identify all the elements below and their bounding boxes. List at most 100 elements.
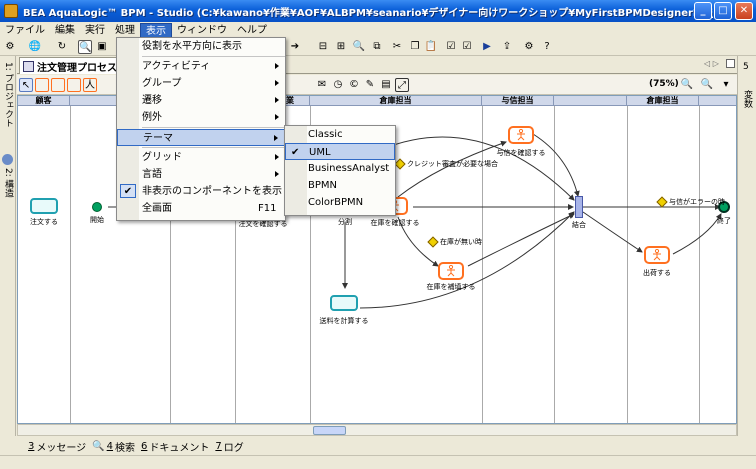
view-menu-item-label: グリッド (142, 152, 182, 163)
begin-node[interactable] (92, 202, 102, 212)
view-menu-horizontal-roles[interactable]: 役割を水平方向に表示 (117, 38, 285, 55)
theme-item-label: BPMN (308, 180, 337, 191)
zoom-in-icon[interactable]: 🔍 (680, 78, 694, 92)
condition-icon (394, 158, 406, 170)
timer-tool-icon[interactable]: ◷ (331, 78, 345, 92)
close-button[interactable]: ✕ (735, 2, 753, 20)
view-menu-show-hidden[interactable]: ✔ 非表示のコンポーネントを表示 (117, 183, 285, 200)
order-activity[interactable] (30, 198, 58, 214)
calc-fee-activity[interactable] (330, 295, 358, 311)
maximize-button[interactable]: □ (714, 2, 732, 20)
join-node[interactable] (575, 196, 583, 218)
log-view-tab[interactable]: 7 ログ (215, 439, 243, 454)
zoom-icon[interactable]: 🔍 (352, 40, 366, 54)
menu-bar: ファイル 編集 実行 処理 表示 ウィンドウ ヘルプ (0, 22, 756, 38)
menu-process[interactable]: 処理 (110, 23, 140, 38)
search-view-num: 4 (106, 440, 114, 452)
check-stock-label: 在庫を確認する (370, 219, 420, 227)
theme-classic[interactable]: Classic (285, 126, 395, 143)
gear-dropdown-icon[interactable]: ⚙ (3, 40, 17, 54)
log-view-num: 7 (215, 440, 222, 452)
menu-window[interactable]: ウィンドウ (172, 23, 232, 38)
settings-icon[interactable]: ⚙ (522, 40, 536, 54)
view-menu-item-label: グループ (142, 78, 182, 89)
variables-view-tab[interactable]: 変数 (741, 90, 754, 108)
play-icon[interactable]: ▶ (480, 40, 494, 54)
documents-view-tab[interactable]: 6 ドキュメント (141, 439, 209, 454)
subflow-tool-icon[interactable]: 人 (83, 78, 97, 92)
tab-scroll-arrows-icon[interactable]: ◁ ▷ (704, 59, 719, 68)
structure-view-tab[interactable]: 2: 構造 (2, 168, 15, 198)
editor-tab-order-process[interactable]: 注文管理プロセス (19, 57, 122, 74)
theme-color-bpmn[interactable]: ColorBPMN (285, 194, 395, 211)
align-icon[interactable]: ⊟ (316, 40, 330, 54)
messages-view-num: 3 (28, 440, 35, 452)
title-bar[interactable]: BEA AquaLogic™ BPM - Studio (C:¥kawano¥作… (0, 0, 756, 22)
deploy-icon[interactable]: ⇪ (500, 40, 514, 54)
view-menu-theme[interactable]: テーマ (117, 129, 285, 146)
screen-tool-icon[interactable]: ▤ (379, 78, 393, 92)
expand-icon[interactable]: ⧉ (370, 40, 384, 54)
activity-tool-icon[interactable] (35, 78, 49, 92)
find-icon[interactable]: 🔍 (78, 40, 92, 54)
view-menu-exception[interactable]: 例外 (117, 109, 285, 126)
help-icon[interactable]: ? (540, 40, 554, 54)
canvas-hscrollbar[interactable] (17, 424, 737, 436)
menu-separator (142, 127, 285, 128)
ship-activity[interactable] (644, 246, 670, 264)
arrow-right-icon[interactable]: ➔ (288, 40, 302, 54)
replenish-activity[interactable] (438, 262, 464, 280)
view-menu-language[interactable]: 言語 (117, 166, 285, 183)
refresh-icon[interactable]: ↻ (55, 40, 69, 54)
view-menu-grid[interactable]: グリッド (117, 149, 285, 166)
copyright-tool-icon[interactable]: © (347, 78, 361, 92)
menu-view[interactable]: 表示 (140, 22, 172, 38)
theme-submenu: Classic ✔ UML BusinessAnalyst BPMN Color… (284, 125, 396, 216)
select-pointer-icon[interactable]: ↖ (19, 78, 33, 92)
image-icon[interactable]: ▣ (95, 40, 109, 54)
theme-uml[interactable]: ✔ UML (285, 143, 395, 160)
condition-no-stock[interactable]: 在庫が無い時 (427, 236, 482, 248)
zoom-out-icon[interactable]: 🔍 (700, 78, 714, 92)
checklist-icon[interactable]: ☑ (460, 40, 474, 54)
condition-no-stock-label: 在庫が無い時 (440, 238, 482, 246)
search-view-tab[interactable]: 🔍 4 検索 (92, 439, 135, 454)
cut-icon[interactable]: ✂ (390, 40, 404, 54)
theme-item-label: UML (309, 147, 331, 158)
begin-label: 開始 (90, 216, 104, 224)
view-menu-fullscreen[interactable]: 全画面 F11 (117, 200, 285, 217)
theme-bpmn[interactable]: BPMN (285, 177, 395, 194)
bottom-view-bar: 3 メッセージ 🔍 4 検索 6 ドキュメント 7 ログ (0, 437, 756, 455)
check-credit-activity[interactable] (508, 126, 534, 144)
condition-credit-error[interactable]: 与信がエラーの時 (656, 196, 725, 208)
theme-business-analyst[interactable]: BusinessAnalyst (285, 160, 395, 177)
project-view-tab[interactable]: 1: プロジェクト (2, 62, 15, 128)
automatic-tool-icon[interactable] (67, 78, 81, 92)
message-tool-icon[interactable]: ✉ (315, 78, 329, 92)
app-window: BEA AquaLogic™ BPM - Studio (C:¥kawano¥作… (0, 0, 756, 469)
interactive-tool-icon[interactable] (51, 78, 65, 92)
condition-credit-review-label: クレジット審査が必要な場合 (407, 160, 498, 168)
view-menu-activity[interactable]: アクティビティ (117, 58, 285, 75)
globe-dropdown-icon[interactable]: 🌐 (28, 40, 42, 54)
messages-view-tab[interactable]: 3 メッセージ (28, 439, 86, 454)
copy-icon[interactable]: ❐ (408, 40, 422, 54)
view-menu-transition[interactable]: 遷移 (117, 92, 285, 109)
condition-credit-review[interactable]: クレジット審査が必要な場合 (394, 158, 498, 170)
menu-file[interactable]: ファイル (0, 23, 50, 38)
paste-icon[interactable]: 📋 (424, 40, 438, 54)
view-menu-group[interactable]: グループ (117, 75, 285, 92)
distribute-icon[interactable]: ⊞ (334, 40, 348, 54)
transition-tool-icon[interactable]: ⤢ (395, 78, 409, 92)
hscroll-thumb[interactable] (313, 426, 346, 435)
maximize-editor-icon[interactable] (726, 59, 735, 68)
menu-help[interactable]: ヘルプ (232, 23, 272, 38)
check-icon[interactable]: ☑ (444, 40, 458, 54)
minimize-button[interactable]: _ (694, 2, 712, 20)
menu-edit[interactable]: 編集 (50, 23, 80, 38)
menu-run[interactable]: 実行 (80, 23, 110, 38)
note-tool-icon[interactable]: ✎ (363, 78, 377, 92)
structure-icon (2, 154, 13, 165)
condition-icon (656, 196, 668, 208)
canvas-menu-icon[interactable]: ▾ (719, 78, 733, 92)
